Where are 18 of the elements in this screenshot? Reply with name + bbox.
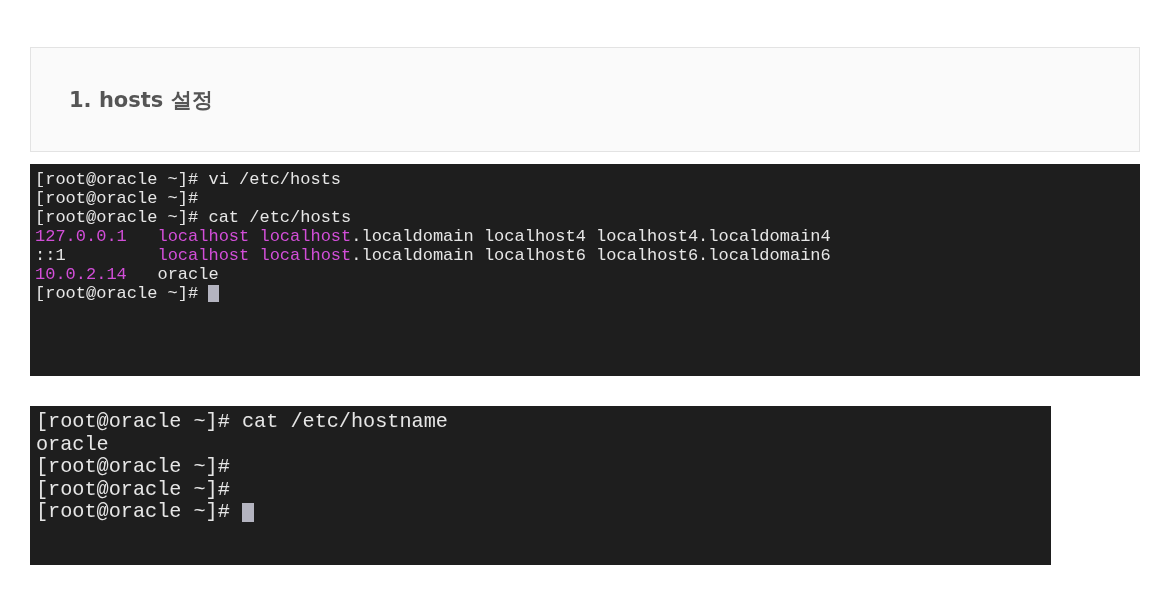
terminal-text: oracle (36, 433, 109, 456)
terminal-text: [root@oracle ~]# vi /etc/hosts (35, 170, 342, 189)
terminal-text: [root@oracle ~]# (36, 501, 231, 524)
terminal-text: [root@oracle ~]# (36, 478, 230, 501)
terminal-text: .localdomain localhost4 localhost4.localdomain4 (351, 227, 831, 246)
terminal-text: [root@oracle ~]# (35, 284, 200, 303)
terminal-text: [root@oracle ~]# cat /etc/hostname (36, 411, 448, 434)
terminal-text: .localdomain localhost6 localhost6.localdomain6 (351, 246, 831, 265)
terminal-text: oracle (156, 265, 219, 284)
terminal-text: localhost localhost (156, 227, 352, 246)
terminal-text: 127.0.0.1 (35, 227, 127, 246)
terminal-text: [root@oracle ~]# (36, 456, 230, 479)
section-heading: 1. hosts 설정 (69, 86, 213, 114)
terminal-text: [root@oracle ~]# cat /etc/hosts (35, 208, 352, 227)
terminal-text: localhost localhost (156, 246, 352, 265)
terminal-text: ::1 (35, 246, 66, 265)
terminal-text: [root@oracle ~]# (35, 189, 199, 208)
terminal-text: 10.0.2.14 (35, 265, 127, 284)
